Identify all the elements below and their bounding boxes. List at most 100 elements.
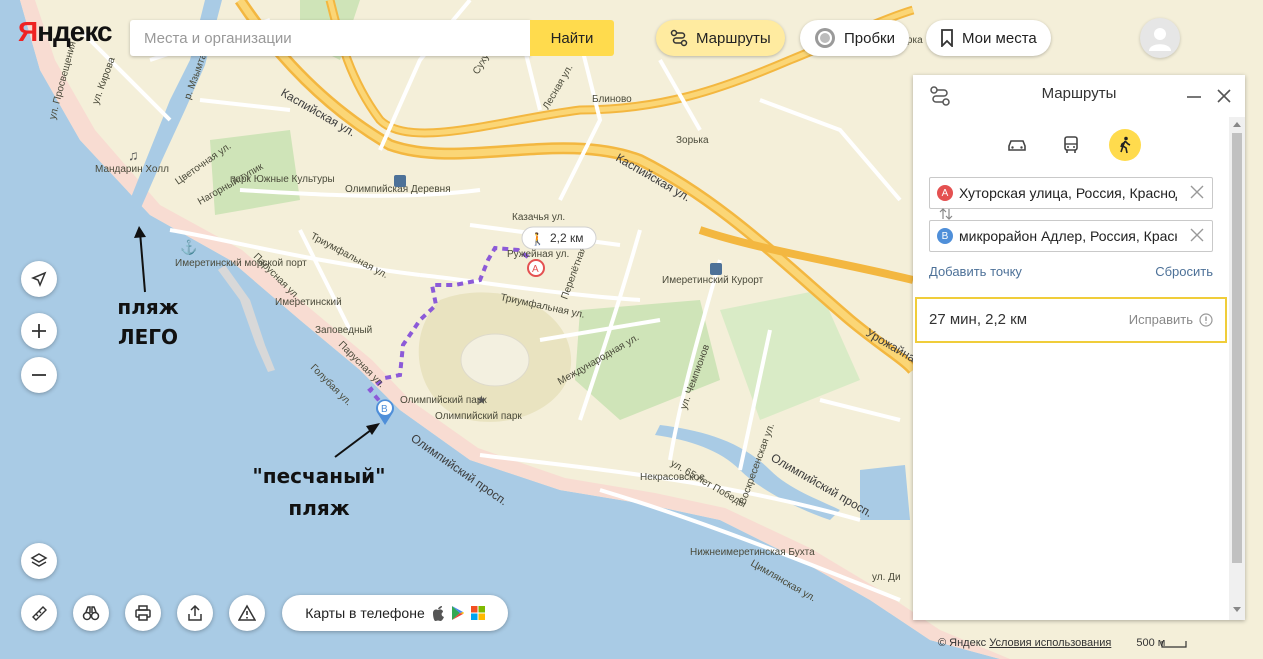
route-distance: 2,2 км — [550, 231, 584, 245]
star-icon[interactable]: ★ — [476, 393, 487, 407]
route-summary: 27 мин, 2,2 км — [929, 311, 1028, 328]
annotation-line: пляж — [117, 295, 179, 319]
plus-icon — [32, 324, 46, 338]
layers-button[interactable] — [21, 543, 57, 579]
ruler-button[interactable] — [21, 595, 57, 631]
marker-b-label: B — [381, 404, 388, 415]
annotation-lego-beach: пляж ЛЕГО — [108, 292, 188, 352]
user-avatar[interactable] — [1140, 18, 1180, 58]
mode-walk-button[interactable] — [1109, 129, 1141, 161]
my-places-button[interactable]: Мои места — [926, 20, 1051, 56]
mobile-app-promo-label: Карты в телефоне — [305, 605, 425, 621]
place-label: Мандарин Холл — [95, 164, 169, 175]
search-button-label: Найти — [550, 29, 594, 47]
traffic-button[interactable]: Пробки — [800, 20, 909, 56]
station-icon[interactable] — [710, 263, 722, 275]
marker-b-icon: B — [937, 228, 953, 244]
warning-icon — [238, 604, 256, 621]
routes-button[interactable]: Маршруты — [656, 20, 785, 56]
search-box — [130, 20, 530, 56]
user-icon — [1149, 28, 1171, 51]
route-to-field[interactable]: B микрорайон Адлер, Россия, Краснодарски… — [929, 220, 1213, 252]
route-from-field[interactable]: A Хуторская улица, Россия, Краснодарский… — [929, 177, 1213, 209]
ruler-icon — [32, 606, 47, 621]
map-footer: © Яндекс Условия использования 500 м — [938, 637, 1165, 649]
mode-car-button[interactable] — [1001, 129, 1033, 161]
walk-icon: 🚶 — [530, 232, 545, 246]
annotation-line: ЛЕГО — [117, 325, 179, 349]
add-point-link[interactable]: Добавить точку — [929, 264, 1022, 279]
route-from-value[interactable]: Хуторская улица, Россия, Краснодарский к… — [959, 185, 1177, 201]
search-button[interactable]: Найти — [530, 20, 614, 56]
place-label: Блиново — [592, 94, 632, 105]
marker-a-label: A — [532, 264, 539, 275]
my-places-button-label: Мои места — [962, 29, 1037, 47]
clear-icon[interactable] — [1188, 183, 1206, 201]
place-label: Имеретинский морской порт — [175, 258, 307, 269]
traffic-icon — [815, 28, 835, 48]
place-label: Имеретинский Курорт — [662, 275, 764, 286]
share-button[interactable] — [177, 595, 213, 631]
scrollbar-thumb[interactable] — [1232, 133, 1242, 563]
print-button[interactable] — [125, 595, 161, 631]
terms-link[interactable]: Условия использования — [989, 637, 1111, 649]
logo-letter: Я — [18, 16, 38, 47]
anchor-icon[interactable]: ⚓ — [180, 239, 197, 256]
place-label: парк Южные Культуры — [230, 174, 335, 185]
fix-route-button[interactable]: Исправить — [1129, 312, 1213, 327]
google-play-icon — [451, 606, 464, 620]
close-icon[interactable] — [1215, 87, 1233, 105]
binoculars-icon — [82, 606, 100, 621]
annotation-line: пляж — [288, 496, 350, 520]
panel-scrollbar[interactable] — [1229, 117, 1245, 620]
report-error-button[interactable] — [229, 595, 265, 631]
street-label: ул. Ди — [872, 572, 901, 583]
scale-bar — [1161, 641, 1187, 648]
car-icon — [1008, 140, 1026, 151]
mode-bus-button[interactable] — [1055, 129, 1087, 161]
place-label: Олимпийский парк — [400, 395, 487, 406]
bus-icon — [1064, 136, 1078, 153]
scroll-up-icon[interactable] — [1233, 121, 1241, 127]
locate-button[interactable] — [21, 261, 57, 297]
place-label: Заповедный — [315, 325, 372, 336]
walk-icon — [1120, 136, 1131, 154]
minus-icon — [32, 374, 46, 376]
marker-a-icon: A — [937, 185, 953, 201]
annotation-line: "песчаный" — [252, 464, 386, 488]
apple-icon — [432, 606, 444, 621]
share-icon — [188, 604, 202, 621]
marker-a[interactable]: A — [527, 259, 545, 277]
place-label: Имеретинский — [275, 297, 342, 308]
route-to-value[interactable]: микрорайон Адлер, Россия, Краснодарский … — [959, 228, 1177, 244]
copyright: © Яндекс — [938, 637, 987, 649]
printer-icon — [135, 605, 151, 621]
route-icon — [670, 29, 688, 47]
search-input[interactable] — [142, 20, 526, 56]
music-venue-icon[interactable]: ♫ — [128, 147, 139, 163]
zoom-out-button[interactable] — [21, 357, 57, 393]
info-icon — [1199, 312, 1213, 327]
route-result[interactable]: 27 мин, 2,2 км Исправить — [915, 297, 1227, 343]
stadium — [460, 333, 530, 387]
routes-panel: Маршруты A Хуторская улица, Россия, Крас… — [913, 75, 1245, 620]
layers-icon — [30, 553, 48, 567]
route-distance-badge[interactable]: 🚶 2,2 км — [521, 226, 597, 250]
street-label: Казачья ул. — [512, 212, 565, 223]
station-icon[interactable] — [394, 175, 406, 187]
street-label: Ружейная ул. — [507, 249, 569, 260]
swap-icon[interactable] — [939, 208, 953, 220]
reset-link[interactable]: Сбросить — [1155, 264, 1213, 279]
place-label: Нижнеимеретинская Бухта — [690, 547, 815, 558]
scroll-down-icon[interactable] — [1233, 607, 1241, 613]
yandex-logo[interactable]: Яндекс — [18, 16, 113, 48]
minimize-icon[interactable] — [1185, 87, 1203, 105]
place-label: Зорька — [676, 135, 709, 146]
place-label: Некрасовское — [640, 472, 705, 483]
windows-icon — [470, 606, 485, 620]
place-label: Олимпийский парк — [435, 411, 522, 422]
zoom-in-button[interactable] — [21, 313, 57, 349]
clear-icon[interactable] — [1188, 226, 1206, 244]
mobile-app-promo[interactable]: Карты в телефоне — [282, 595, 508, 631]
panorama-button[interactable] — [73, 595, 109, 631]
